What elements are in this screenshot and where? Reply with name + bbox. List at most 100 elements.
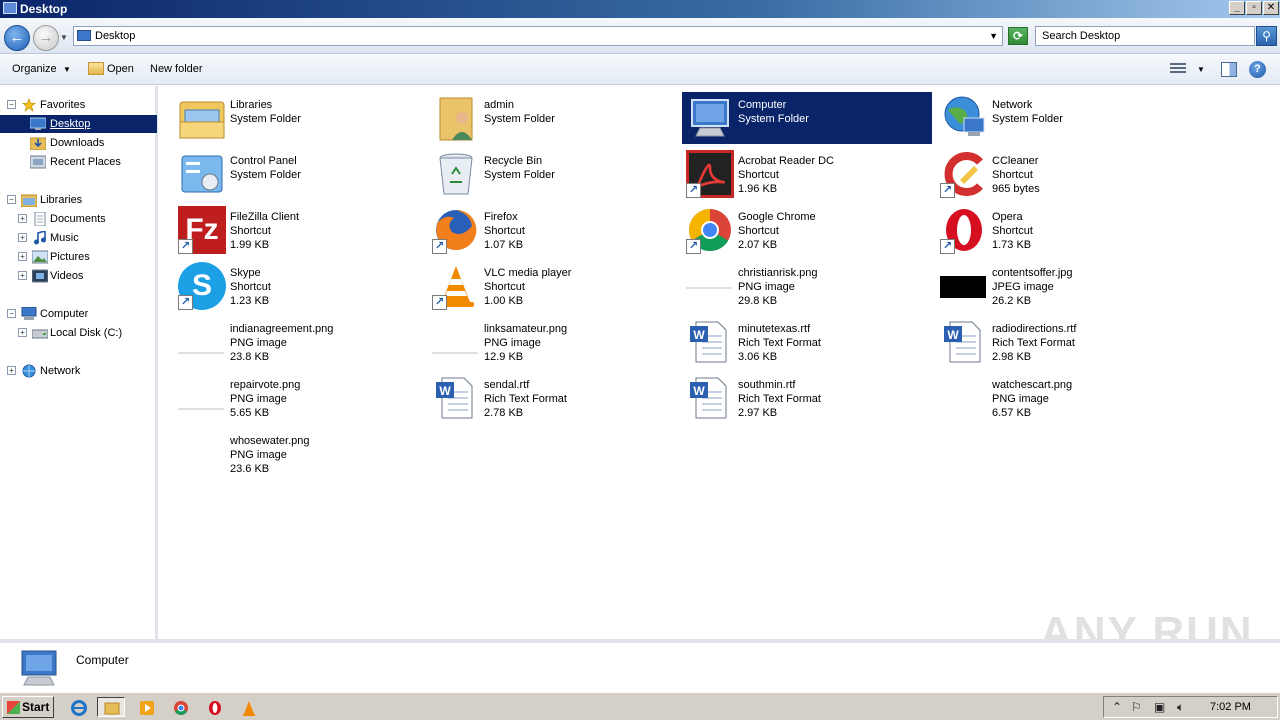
png-thumbnail-icon [178,318,226,366]
address-field[interactable]: Desktop ▼ [73,26,1003,46]
item-libraries[interactable]: Libraries System Folder [174,92,424,144]
item-sendal[interactable]: W sendal.rtf Rich Text Format 2.78 KB [428,372,678,424]
close-button[interactable]: ✕ [1263,1,1279,15]
item-skype[interactable]: S ↗ Skype Shortcut 1.23 KB [174,260,424,312]
item-size: 2.07 KB [738,239,778,251]
nav-desktop[interactable]: Desktop [0,115,157,133]
item-ccleaner[interactable]: ↗ CCleaner Shortcut 965 bytes [936,148,1186,200]
volume-icon[interactable]: 🔈︎ [1177,700,1184,715]
item-size: 12.9 KB [484,351,524,363]
item-watchescart[interactable]: watchescart.png PNG image 6.57 KB [936,372,1186,424]
item-vlc[interactable]: ↗ VLC media player Shortcut 1.00 KB [428,260,678,312]
nav-videos[interactable]: + Videos [0,267,157,285]
taskbar-vlc[interactable] [234,697,262,717]
collapse-icon[interactable]: − [7,195,16,204]
network-tray-icon[interactable]: ▣ [1154,700,1165,714]
taskbar-explorer[interactable] [97,697,125,717]
windows-flag-icon [7,701,20,714]
search-input[interactable]: Search Desktop [1035,26,1255,46]
item-opera[interactable]: ↗ Opera Shortcut 1.73 KB [936,204,1186,256]
recent-pages-dropdown[interactable]: ▼ [60,33,68,42]
item-size: 6.57 KB [992,407,1032,419]
item-size: 1.00 KB [484,295,524,307]
item-contentsoffer[interactable]: contentsoffer.jpg JPEG image 26.2 KB [936,260,1186,312]
item-name: contentsoffer.jpg [992,267,1073,279]
collapse-icon[interactable]: − [7,100,16,109]
item-repairvote[interactable]: repairvote.png PNG image 5.65 KB [174,372,424,424]
item-whosewater[interactable]: whosewater.png PNG image 23.6 KB [174,428,424,480]
nav-pictures[interactable]: + Pictures [0,248,157,266]
expand-icon[interactable]: + [18,271,27,280]
expand-icon[interactable]: + [18,214,27,223]
nav-local-disk[interactable]: + Local Disk (C:) [0,324,157,342]
expand-icon[interactable]: + [18,252,27,261]
item-minutetexas[interactable]: W minutetexas.rtf Rich Text Format 3.06 … [682,316,932,368]
taskbar-chrome[interactable] [166,697,194,717]
show-hidden-icons-icon[interactable]: ⌃ [1112,700,1122,714]
item-size: 965 bytes [992,183,1040,195]
clock[interactable]: 7:02 PM [1210,701,1251,713]
item-name: radiodirections.rtf [992,323,1077,335]
item-linksamateur[interactable]: linksamateur.png PNG image 12.9 KB [428,316,678,368]
item-firefox[interactable]: ↗ Firefox Shortcut 1.07 KB [428,204,678,256]
address-bar: ← → ▼ Desktop ▼ ⟳ Search Desktop ⚲ [0,18,1280,54]
taskbar-opera[interactable] [200,697,228,717]
view-options-dropdown-icon[interactable]: ▼ [1197,65,1205,74]
nav-documents[interactable]: + Documents [0,210,157,228]
item-name: Recycle Bin [484,155,543,167]
action-center-flag-icon[interactable]: ⚐ [1131,700,1142,714]
restore-button[interactable]: ▫ [1246,1,1262,15]
new-folder-button[interactable]: New folder [150,63,203,75]
search-icon[interactable]: ⚲ [1256,26,1277,46]
search-placeholder: Search Desktop [1042,30,1121,42]
nav-favorites[interactable]: − Favorites [0,96,157,114]
item-control-panel[interactable]: Control Panel System Folder [174,148,424,200]
expand-icon[interactable]: + [18,233,27,242]
nav-recent-places[interactable]: Recent Places [0,153,157,171]
item-type: Shortcut [992,225,1033,237]
organize-button[interactable]: Organize [12,63,57,75]
item-radiodirections[interactable]: W radiodirections.rtf Rich Text Format 2… [936,316,1186,368]
collapse-icon[interactable]: − [7,309,16,318]
nav-libraries[interactable]: − Libraries [0,191,157,209]
item-google-chrome[interactable]: ↗ Google Chrome Shortcut 2.07 KB [682,204,932,256]
folder-window-icon [3,2,17,14]
change-view-icon[interactable] [1170,63,1186,77]
navigation-pane: − Favorites Desktop Downloads Recent Pla… [0,86,158,639]
item-recycle-bin[interactable]: Recycle Bin System Folder [428,148,678,200]
item-indianagreement[interactable]: indianagreement.png PNG image 23.8 KB [174,316,424,368]
help-icon[interactable]: ? [1249,61,1266,78]
open-button[interactable]: Open [107,63,134,75]
back-button[interactable]: ← [4,25,30,51]
start-button[interactable]: Start [2,696,54,718]
forward-button[interactable]: → [33,25,59,51]
item-christianrisk[interactable]: christianrisk.png PNG image 29.8 KB [682,260,932,312]
item-southmin[interactable]: W southmin.rtf Rich Text Format 2.97 KB [682,372,932,424]
recent-places-icon [30,155,46,169]
item-admin[interactable]: admin System Folder [428,92,678,144]
item-network[interactable]: Network System Folder [936,92,1186,144]
shortcut-arrow-icon: ↗ [940,183,955,198]
nav-computer[interactable]: − Computer [0,305,157,323]
shortcut-arrow-icon: ↗ [178,295,193,310]
taskbar-media-player[interactable] [132,697,160,717]
address-location: Desktop [95,30,136,42]
expand-icon[interactable]: + [7,366,16,375]
address-dropdown-icon[interactable]: ▼ [989,31,998,41]
nav-network[interactable]: + Network [0,362,157,380]
item-computer[interactable]: Computer System Folder [682,92,932,144]
item-size: 1.99 KB [230,239,270,251]
item-acrobat-reader[interactable]: ↗ Acrobat Reader DC Shortcut 1.96 KB [682,148,932,200]
taskbar-internet-explorer[interactable] [64,697,92,717]
computer-icon [691,99,729,137]
refresh-button[interactable]: ⟳ [1008,27,1028,45]
expand-icon[interactable]: + [18,328,27,337]
organize-dropdown-icon[interactable]: ▼ [63,65,71,74]
nav-downloads[interactable]: Downloads [0,134,157,152]
explorer-folder-icon [104,702,120,715]
nav-music[interactable]: + Music [0,229,157,247]
preview-pane-icon[interactable] [1221,62,1237,77]
minimize-button[interactable]: _ [1229,1,1245,15]
item-filezilla[interactable]: Fz ↗ FileZilla Client Shortcut 1.99 KB [174,204,424,256]
item-type: System Folder [738,113,809,125]
